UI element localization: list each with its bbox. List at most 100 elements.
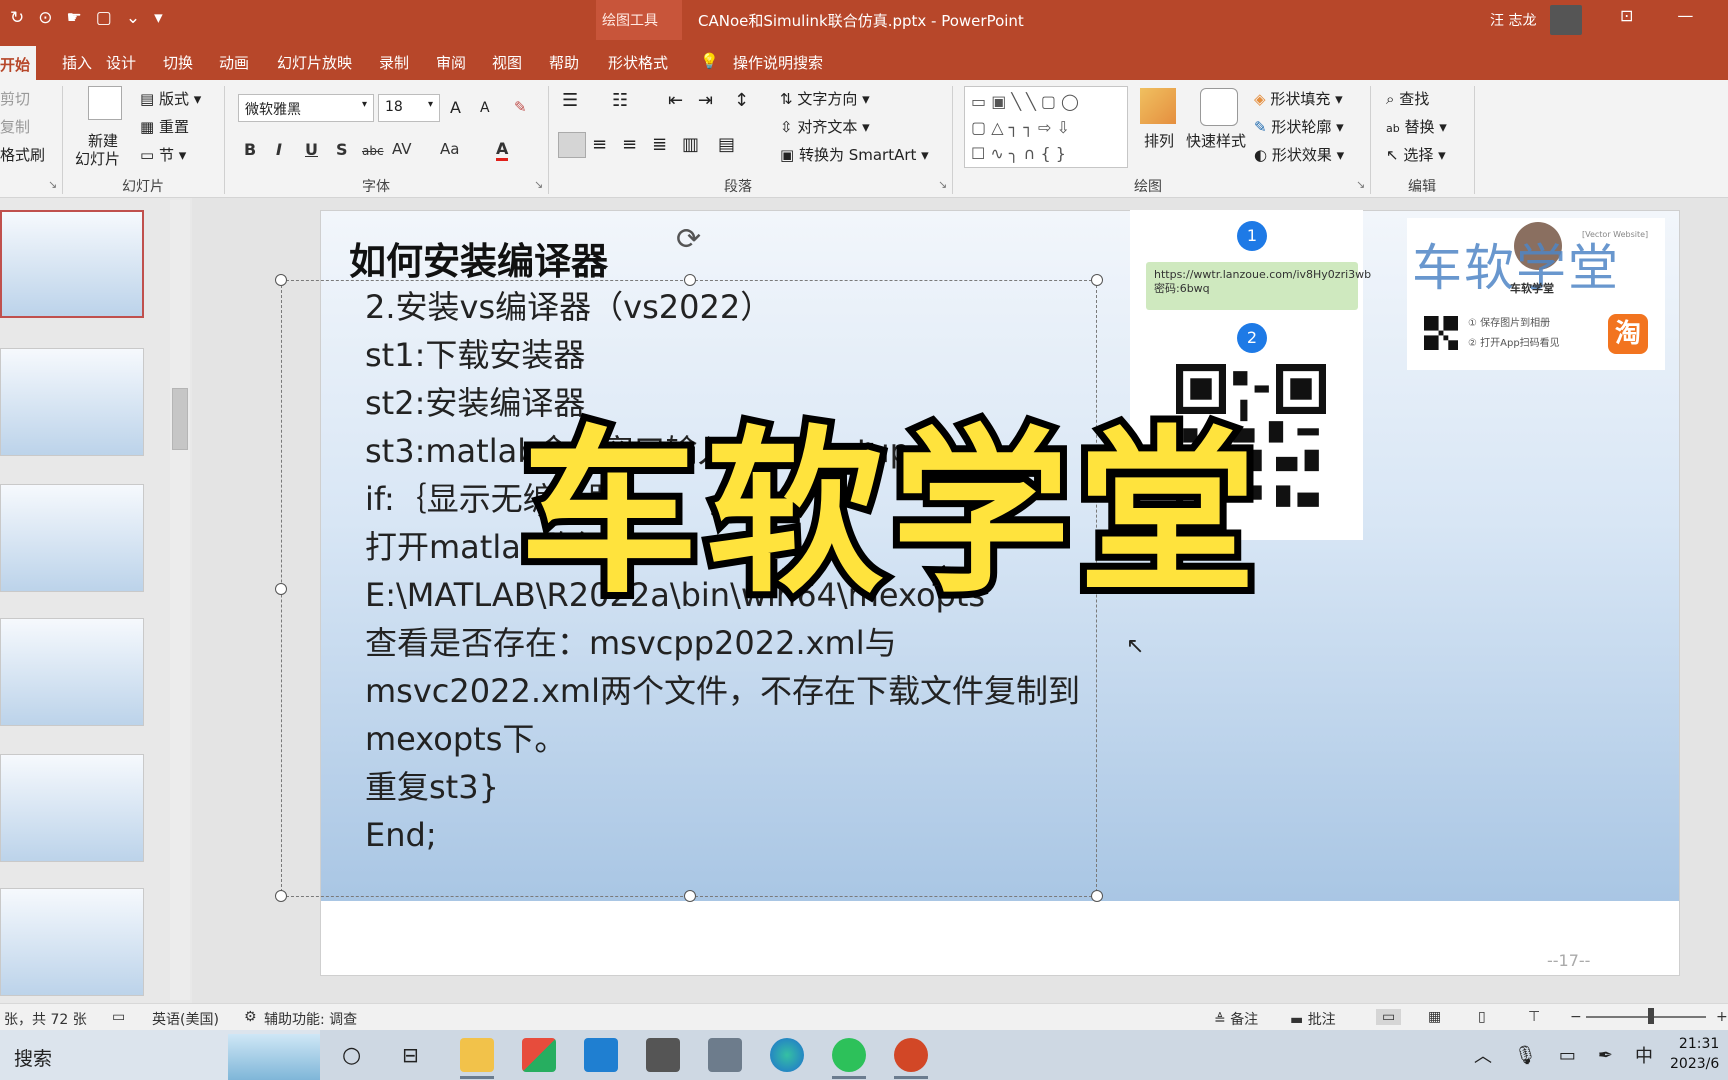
align-center-icon[interactable]: ≡ — [592, 134, 607, 155]
align-left-button[interactable] — [558, 132, 586, 158]
font-name-select[interactable]: 微软雅黑 ▾ — [238, 94, 374, 122]
zoom-slider-handle[interactable] — [1648, 1008, 1654, 1024]
tab-home[interactable]: 开始 — [0, 46, 36, 80]
battery-icon[interactable]: ▭ — [1559, 1045, 1576, 1066]
slide-sorter-icon[interactable]: ▦ — [1428, 1009, 1441, 1025]
underline-button[interactable]: U — [305, 140, 318, 159]
slide-thumbnail[interactable] — [0, 348, 144, 456]
format-painter-button[interactable]: 格式刷 — [0, 144, 45, 165]
italic-button[interactable]: I — [276, 140, 282, 159]
shape-fill-button[interactable]: ◈ 形状填充 ▾ — [1254, 88, 1343, 109]
resize-handle[interactable] — [275, 890, 287, 902]
minimize-icon[interactable]: — — [1677, 6, 1693, 25]
zoom-in-icon[interactable]: + — [1716, 1009, 1728, 1025]
bold-button[interactable]: B — [244, 140, 256, 159]
numbering-icon[interactable]: ☷ — [612, 90, 628, 111]
arrange-icon[interactable] — [1140, 88, 1176, 124]
user-name[interactable]: 汪 志龙 — [1490, 10, 1536, 30]
tab-shape-format[interactable]: 形状格式 — [608, 52, 668, 73]
notes-button[interactable]: ≜ 备注 — [1214, 1009, 1258, 1029]
reset-button[interactable]: ▦ 重置 — [140, 116, 189, 137]
rotate-handle-icon[interactable]: ⟳ — [676, 222, 701, 257]
quick-access-toolbar[interactable]: ↻ ⊙ ☛ ▢ ⌄ ▾ — [10, 8, 163, 28]
dropdown-icon[interactable]: ⌄ — [126, 8, 140, 28]
touch-mode-icon[interactable]: ☛ — [67, 8, 82, 28]
find-button[interactable]: ⌕ 查找 — [1386, 88, 1429, 109]
resize-handle[interactable] — [275, 583, 287, 595]
resize-handle[interactable] — [275, 274, 287, 286]
accessibility-status[interactable]: 辅助功能: 调查 — [264, 1009, 357, 1029]
tab-review[interactable]: 审阅 — [436, 52, 466, 73]
slide-title[interactable]: 如何安装编译器 — [349, 231, 608, 285]
tab-view[interactable]: 视图 — [492, 52, 522, 73]
increase-indent-icon[interactable]: ⇥ — [698, 90, 713, 111]
avatar[interactable] — [1550, 5, 1582, 35]
slide-thumbnail[interactable] — [0, 888, 144, 996]
replace-button[interactable]: ab 替换 ▾ — [1386, 116, 1447, 137]
new-slide-label[interactable]: 幻灯片 — [75, 148, 120, 169]
layout-icon[interactable]: ▢ — [96, 8, 112, 28]
wechat-icon[interactable] — [832, 1038, 866, 1072]
slide-thumbnail[interactable] — [0, 754, 144, 862]
char-spacing-button[interactable]: AV — [392, 140, 412, 158]
shapes-gallery[interactable]: ▭ ▣ ╲ ╲ ▢ ◯ ▢ △ ┐ ┐ ⇨ ⇩ ☐ ∿ ╮ ∩ { } — [964, 86, 1128, 168]
align-text-button[interactable]: ⇳ 对齐文本 ▾ — [780, 116, 870, 137]
resize-handle[interactable] — [1091, 890, 1103, 902]
tab-animations[interactable]: 动画 — [219, 52, 249, 73]
layout-button[interactable]: ▤ 版式 ▾ — [140, 88, 201, 109]
presenter-icon[interactable]: ⊙ — [38, 8, 52, 28]
tab-transitions[interactable]: 切换 — [163, 52, 193, 73]
slide-thumbnail[interactable] — [0, 618, 144, 726]
zoom-out-icon[interactable]: − — [1570, 1009, 1582, 1025]
cut-button[interactable]: 剪切 — [0, 88, 30, 109]
resize-handle[interactable] — [684, 890, 696, 902]
language-indicator[interactable]: 英语(美国) — [152, 1009, 219, 1029]
resize-handle[interactable] — [1091, 274, 1103, 286]
slide-thumbnail[interactable] — [0, 484, 144, 592]
grow-font-button[interactable]: A — [450, 98, 461, 117]
mail-icon[interactable] — [584, 1038, 618, 1072]
quick-styles-button[interactable]: 快速样式 — [1186, 130, 1246, 151]
font-color-button[interactable]: A — [496, 140, 509, 161]
dialog-launcher-icon[interactable]: ↘ — [48, 178, 57, 191]
tab-record[interactable]: 录制 — [379, 52, 409, 73]
cortana-icon[interactable]: ○ — [342, 1043, 361, 1068]
slideshow-icon[interactable]: ⊤ — [1528, 1009, 1540, 1025]
slide-thumbnail[interactable] — [0, 210, 144, 318]
shape-outline-button[interactable]: ✎ 形状轮廓 ▾ — [1254, 116, 1344, 137]
decrease-indent-icon[interactable]: ⇤ — [668, 90, 683, 111]
shape-effects-button[interactable]: ◐ 形状效果 ▾ — [1254, 144, 1344, 165]
tab-help[interactable]: 帮助 — [549, 52, 579, 73]
chevron-up-icon[interactable]: ︿ — [1474, 1042, 1492, 1068]
align-right-icon[interactable]: ≡ — [622, 134, 637, 155]
strikethrough-button[interactable]: abc — [362, 144, 384, 158]
ime-indicator[interactable]: 中 — [1635, 1042, 1653, 1068]
normal-view-icon[interactable]: ▭ — [1376, 1009, 1402, 1025]
ribbon-display-icon[interactable]: ⊡ — [1620, 6, 1633, 25]
tab-design[interactable]: 设计 — [106, 52, 136, 73]
font-size-select[interactable]: 18 ▾ — [378, 94, 440, 122]
calculator-icon[interactable] — [708, 1038, 742, 1072]
tab-insert[interactable]: 插入 — [62, 52, 92, 73]
powerpoint-icon[interactable] — [894, 1038, 928, 1072]
shrink-font-button[interactable]: A — [480, 100, 490, 116]
arrange-button[interactable]: 排列 — [1144, 130, 1174, 151]
spellcheck-icon[interactable]: ▭ — [112, 1009, 125, 1025]
dialog-launcher-icon[interactable]: ↘ — [1356, 178, 1365, 191]
text-direction-button[interactable]: ⇅ 文字方向 ▾ — [780, 88, 870, 109]
smartart-button[interactable]: ▣ 转换为 SmartArt ▾ — [780, 144, 929, 165]
dialog-launcher-icon[interactable]: ↘ — [938, 178, 947, 191]
task-view-icon[interactable]: ⊟ — [402, 1043, 419, 1067]
thumbnail-scrollbar[interactable] — [170, 200, 190, 1000]
autosave-icon[interactable]: ↻ — [10, 8, 24, 28]
tab-slideshow[interactable]: 幻灯片放映 — [277, 52, 352, 73]
section-button[interactable]: ▭ 节 ▾ — [140, 144, 186, 165]
distributed-icon[interactable]: ▥ — [682, 134, 699, 155]
change-case-button[interactable]: Aa — [440, 140, 459, 158]
edge-icon[interactable] — [770, 1038, 804, 1072]
quick-styles-icon[interactable] — [1200, 88, 1238, 126]
download-link-box[interactable]: https://wwtr.lanzoue.com/iv8Hy0zri3wb 密码… — [1146, 262, 1371, 310]
line-spacing-icon[interactable]: ↕ — [734, 90, 749, 111]
clear-format-icon[interactable]: ✎ — [514, 98, 527, 116]
zoom-slider[interactable] — [1586, 1016, 1706, 1018]
